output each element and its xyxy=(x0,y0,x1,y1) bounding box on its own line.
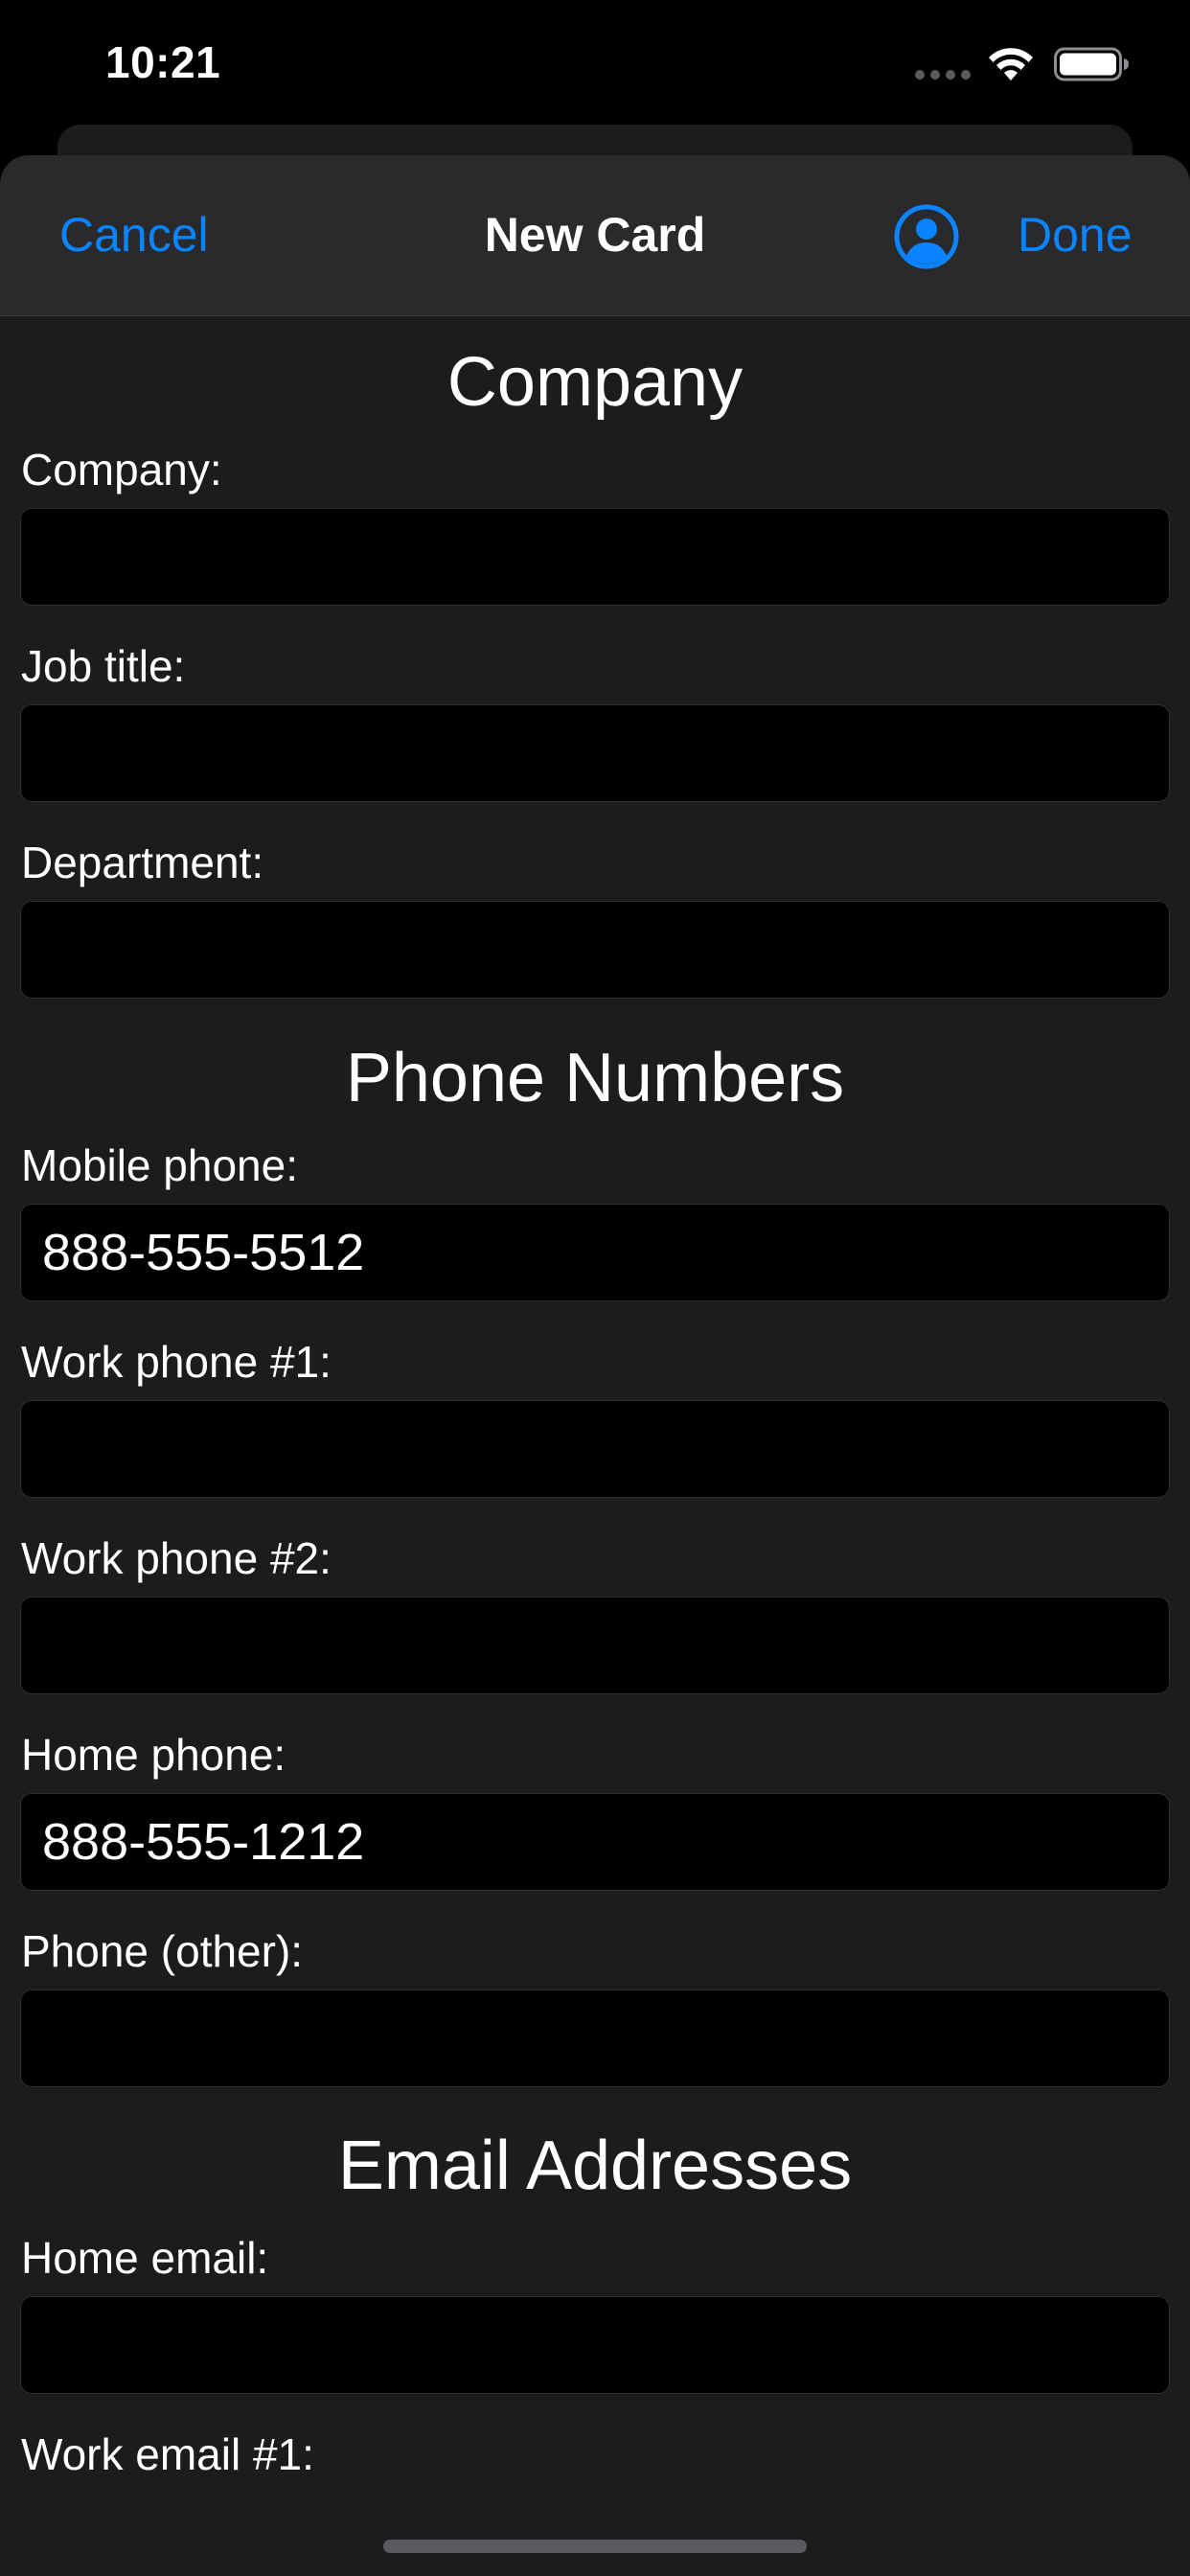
cellular-signal-icon xyxy=(915,70,971,80)
department-label: Department: xyxy=(21,838,264,887)
phone-other-label: Phone (other): xyxy=(21,1926,304,1976)
work-phone-1-field[interactable] xyxy=(20,1400,1170,1498)
home-email-label: Home email: xyxy=(21,2233,269,2283)
job-title-label: Job title: xyxy=(21,641,186,691)
done-button[interactable]: Done xyxy=(1018,207,1133,263)
wifi-icon xyxy=(989,48,1033,80)
company-field[interactable] xyxy=(20,508,1170,606)
section-title-company: Company xyxy=(446,344,744,421)
screen: 10:21 Cancel New Card Done Company Compa… xyxy=(0,0,1190,2576)
home-phone-label: Home phone: xyxy=(21,1730,286,1780)
mobile-phone-field[interactable] xyxy=(20,1204,1170,1301)
status-bar: 10:21 xyxy=(0,0,1190,126)
work-phone-2-field[interactable] xyxy=(20,1597,1170,1694)
person-circle-icon[interactable] xyxy=(893,203,960,270)
status-time: 10:21 xyxy=(105,37,221,87)
home-phone-field[interactable] xyxy=(20,1793,1170,1891)
work-phone-1-label: Work phone #1: xyxy=(21,1337,332,1387)
nav-title: New Card xyxy=(484,208,706,262)
home-indicator[interactable] xyxy=(383,2540,807,2553)
mobile-phone-label: Mobile phone: xyxy=(21,1140,298,1190)
home-email-field[interactable] xyxy=(20,2296,1170,2394)
section-title-email-addresses: Email Addresses xyxy=(337,2128,853,2204)
navigation-bar: Cancel New Card Done xyxy=(0,155,1190,316)
battery-icon xyxy=(1054,47,1129,81)
phone-other-field[interactable] xyxy=(20,1990,1170,2087)
work-email-1-label: Work email #1: xyxy=(21,2429,314,2479)
company-label: Company: xyxy=(21,445,222,494)
new-card-sheet: Cancel New Card Done Company Company: Jo… xyxy=(0,155,1190,2576)
department-field[interactable] xyxy=(20,901,1170,999)
job-title-field[interactable] xyxy=(20,704,1170,802)
section-title-phone-numbers: Phone Numbers xyxy=(345,1040,845,1116)
work-phone-2-label: Work phone #2: xyxy=(21,1533,332,1583)
